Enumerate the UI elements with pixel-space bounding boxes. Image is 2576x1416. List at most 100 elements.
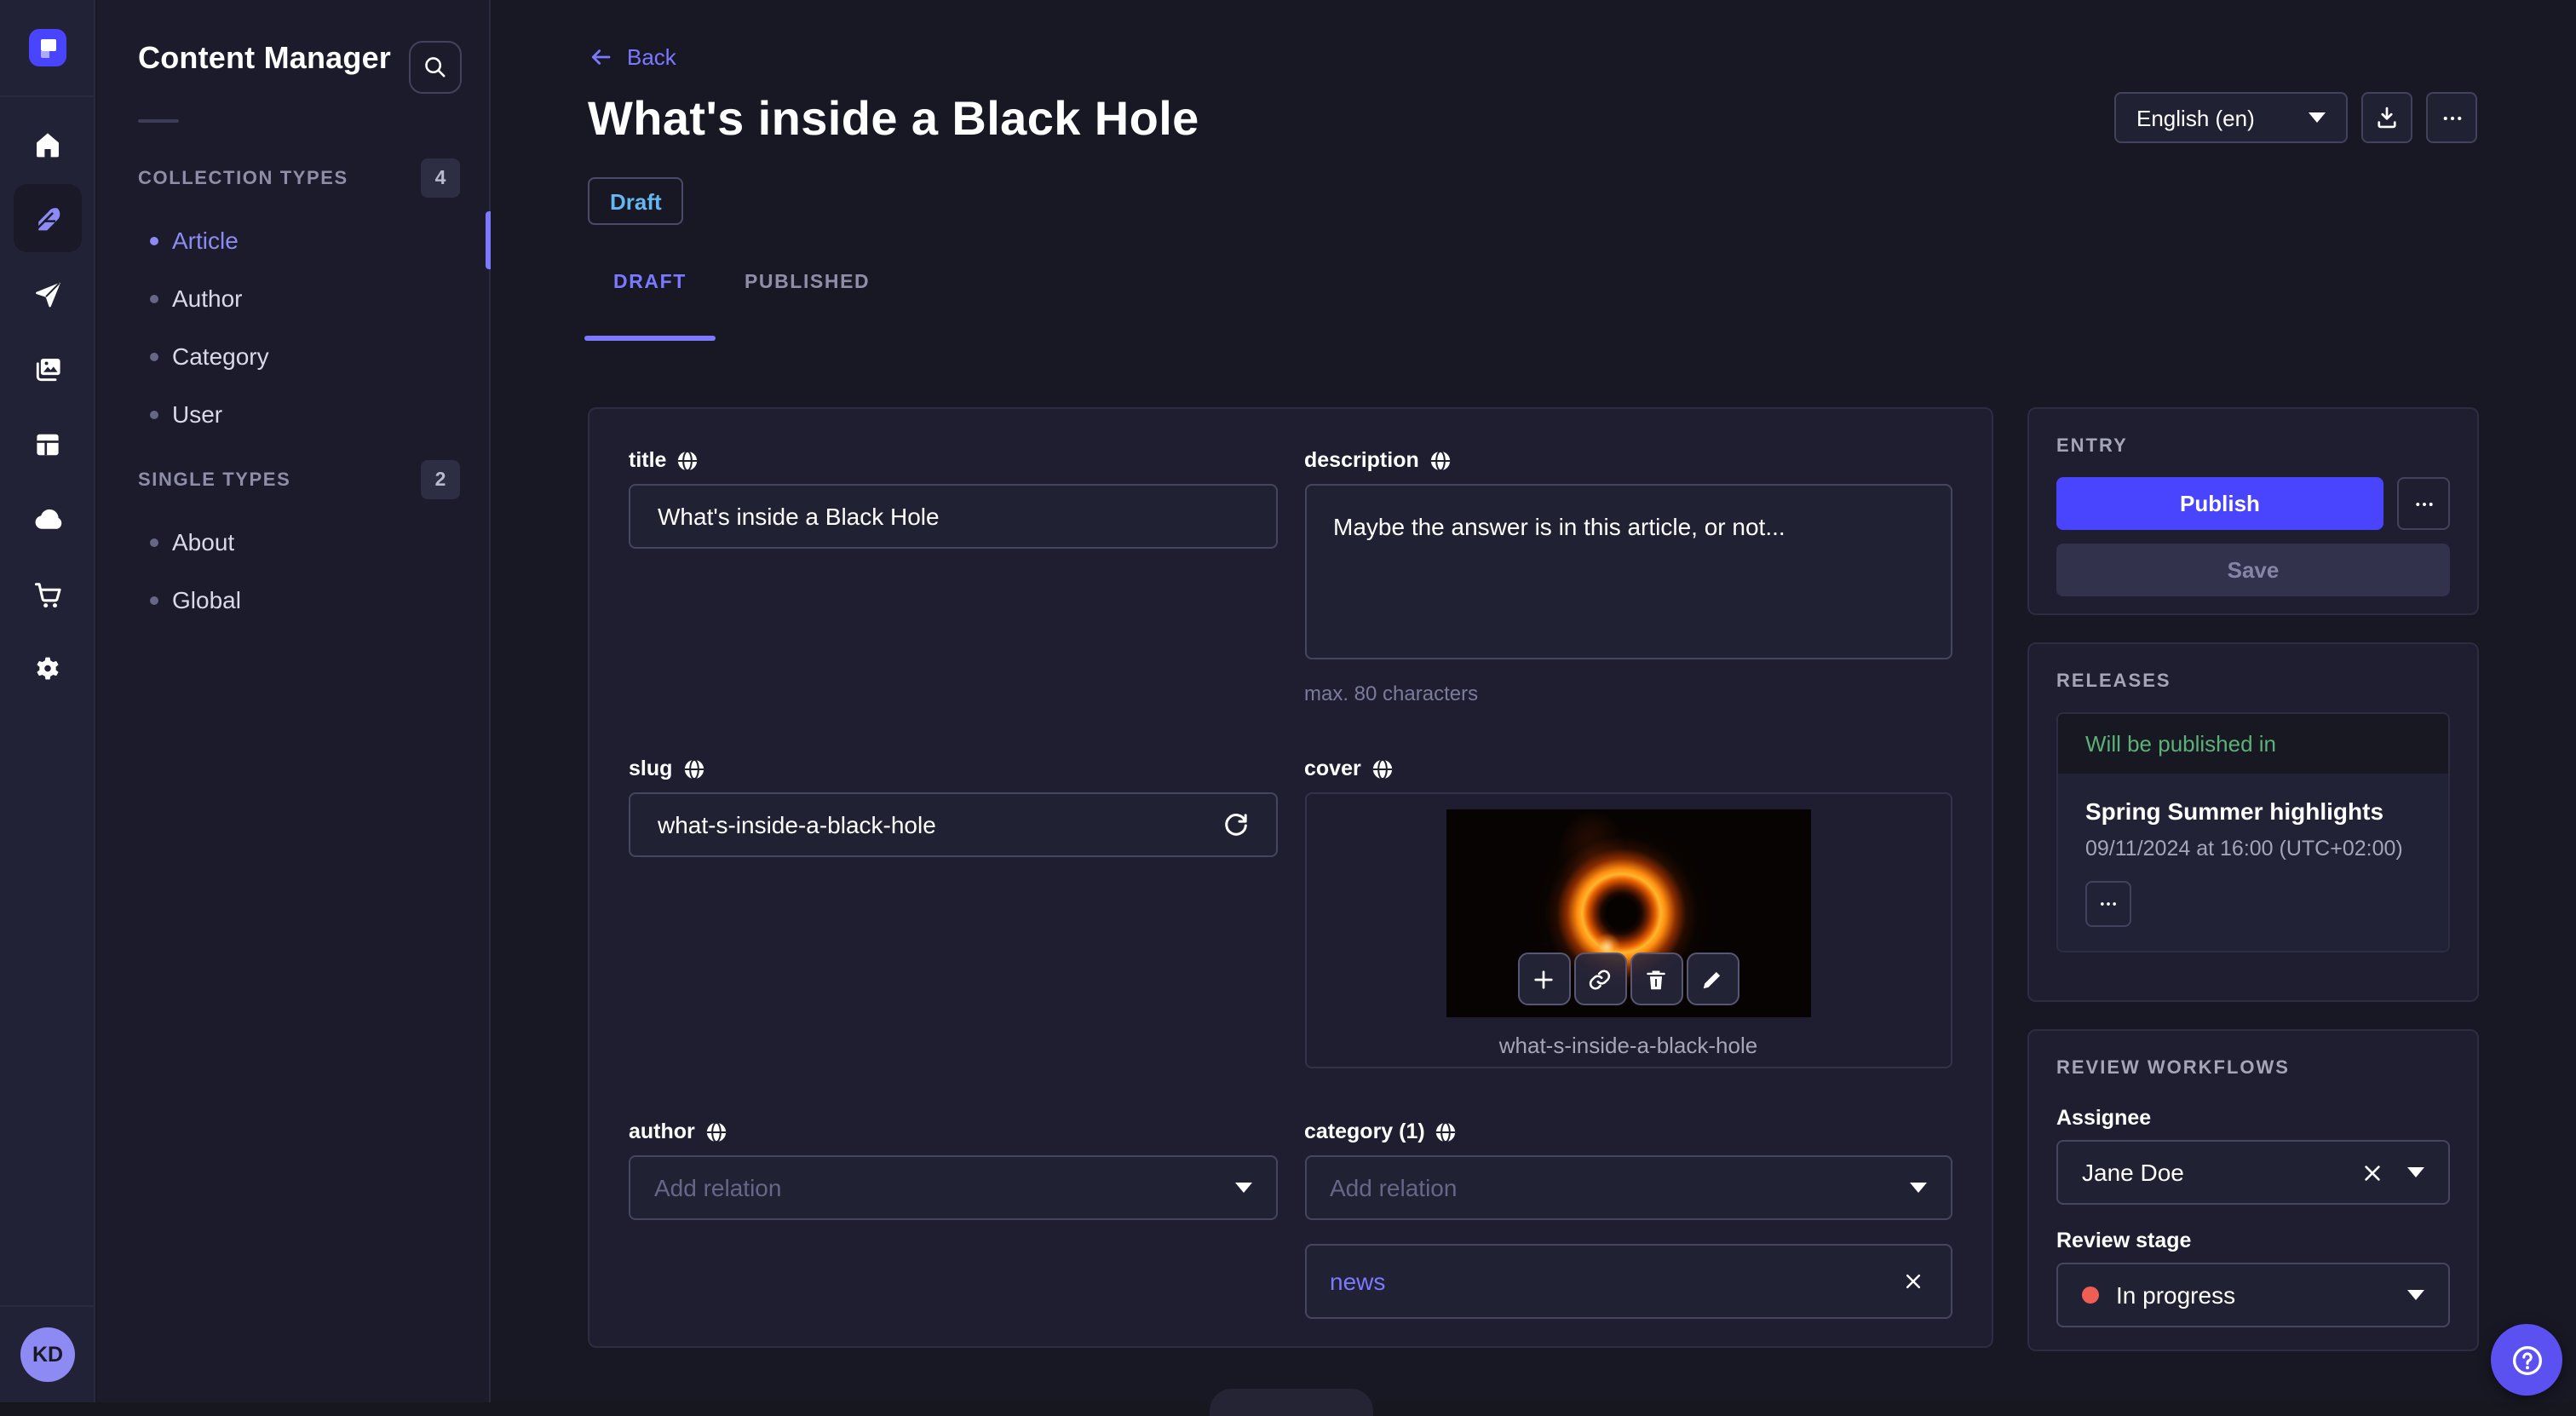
release-title: Spring Summer highlights: [2085, 797, 2384, 825]
strapi-app: KD Content Manager COLLECTION TYPES 4 Ar…: [0, 0, 2576, 1416]
locale-select[interactable]: English (en): [2114, 92, 2348, 143]
single-types-count-badge: 2: [421, 460, 460, 499]
entry-panel: ENTRY Publish Save: [2027, 407, 2479, 615]
help-button[interactable]: [2491, 1324, 2562, 1396]
review-stage-select[interactable]: In progress: [2056, 1263, 2450, 1327]
divider: [0, 95, 95, 97]
search-icon: [425, 57, 446, 78]
category-relation-combobox[interactable]: Add relation: [1304, 1155, 1952, 1220]
add-media-button[interactable]: [1517, 953, 1571, 1005]
cloud-icon: [35, 509, 62, 529]
globe-icon: [684, 757, 704, 780]
globe-icon: [1430, 449, 1450, 471]
nav-deploy-button[interactable]: [14, 261, 82, 329]
description-label: description: [1304, 448, 1952, 472]
nav-content-type-builder-button[interactable]: [14, 411, 82, 479]
collection-types-count-badge: 4: [421, 158, 460, 198]
sidebar-item-author[interactable]: Author: [97, 269, 491, 327]
bottom-panel-peek: [1210, 1389, 1373, 1416]
plus-icon: [1534, 970, 1554, 988]
globe-icon: [678, 449, 698, 471]
header-more-button[interactable]: [2426, 92, 2477, 143]
layout-icon: [37, 434, 59, 456]
nav-purchase-button[interactable]: [14, 561, 82, 629]
gear-icon: [37, 657, 59, 680]
version-tabs: DRAFT PUBLISHED: [584, 273, 899, 341]
sidebar-item-global[interactable]: Global: [97, 571, 491, 629]
sidebar-item-user[interactable]: User: [97, 385, 491, 443]
download-icon: [2378, 106, 2396, 129]
category-label: category (1): [1304, 1120, 1952, 1143]
cover-actions: [1517, 953, 1739, 1005]
release-body: Spring Summer highlights 09/11/2024 at 1…: [2058, 774, 2448, 951]
release-status: Will be published in: [2058, 714, 2448, 774]
regenerate-slug-button[interactable]: [1216, 804, 1256, 845]
nav-media-library-button[interactable]: [14, 336, 82, 404]
chevron-down-icon: [1234, 1183, 1251, 1193]
divider: [138, 119, 179, 123]
sidebar-item-article[interactable]: Article: [97, 211, 491, 269]
cover-media-card: what-s-inside-a-black-hole: [1304, 792, 1952, 1068]
search-button[interactable]: [409, 41, 462, 94]
globe-icon: [706, 1120, 726, 1143]
nav-cloud-button[interactable]: [14, 486, 82, 554]
author-relation-combobox[interactable]: Add relation: [629, 1155, 1277, 1220]
delete-media-button[interactable]: [1630, 953, 1683, 1005]
export-button[interactable]: [2361, 92, 2412, 143]
field-author: author Add relation: [629, 1120, 1277, 1220]
chevron-down-icon: [2407, 1290, 2424, 1300]
collection-types-label: COLLECTION TYPES: [138, 168, 348, 188]
title-input[interactable]: [629, 484, 1277, 549]
tab-draft[interactable]: DRAFT: [584, 273, 716, 341]
author-label: author: [629, 1120, 1277, 1143]
release-more-button[interactable]: [2085, 881, 2131, 927]
review-workflows-panel: REVIEW WORKFLOWS Assignee Jane Doe Revie…: [2027, 1029, 2479, 1351]
bullet-icon: [150, 352, 158, 360]
nav-content-manager-button[interactable]: [14, 184, 82, 252]
subnav-title: Content Manager: [138, 41, 392, 75]
cover-filename: what-s-inside-a-black-hole: [1498, 1033, 1758, 1058]
remove-relation-button[interactable]: [1900, 1268, 1927, 1295]
bullet-icon: [150, 538, 158, 546]
category-relation-item: news: [1304, 1244, 1952, 1319]
single-types-header: SINGLE TYPES 2: [138, 460, 460, 499]
copy-link-button[interactable]: [1573, 953, 1627, 1005]
stage-status-dot: [2082, 1286, 2099, 1304]
slug-input[interactable]: [629, 792, 1277, 857]
releases-panel-label: RELEASES: [2056, 671, 2171, 692]
field-title: title: [629, 448, 1277, 549]
close-icon: [1906, 1274, 1921, 1289]
back-link[interactable]: Back: [588, 44, 676, 70]
description-textarea[interactable]: Maybe the answer is in this article, or …: [1304, 484, 1952, 659]
shopping-cart-icon: [34, 583, 61, 608]
assignee-label: Assignee: [2056, 1106, 2152, 1130]
status-badge: Draft: [588, 177, 684, 225]
feather-icon: [36, 208, 60, 231]
title-label: title: [629, 448, 1277, 472]
publish-button[interactable]: Publish: [2056, 477, 2383, 530]
entry-panel-label: ENTRY: [2056, 436, 2128, 457]
chevron-down-icon: [2407, 1167, 2424, 1177]
nav-settings-button[interactable]: [14, 636, 82, 704]
user-avatar[interactable]: KD: [20, 1327, 75, 1382]
bullet-icon: [150, 294, 158, 302]
user-initials: KD: [32, 1343, 64, 1367]
relation-link-news[interactable]: news: [1330, 1268, 1385, 1295]
main-nav-rail: KD: [0, 0, 95, 1402]
save-button[interactable]: Save: [2056, 544, 2450, 596]
globe-icon: [1436, 1120, 1456, 1143]
entry-more-button[interactable]: [2397, 477, 2450, 530]
home-icon: [37, 133, 59, 158]
strapi-logo[interactable]: [29, 29, 66, 66]
sidebar-item-about[interactable]: About: [97, 513, 491, 571]
sidebar-item-category[interactable]: Category: [97, 327, 491, 385]
tab-published[interactable]: PUBLISHED: [716, 273, 899, 336]
more-icon: [2415, 502, 2432, 505]
more-icon: [2442, 115, 2461, 120]
content-manager-subnav: Content Manager COLLECTION TYPES 4 Artic…: [97, 0, 491, 1402]
assignee-combobox[interactable]: Jane Doe: [2056, 1140, 2450, 1205]
nav-home-button[interactable]: [14, 111, 82, 179]
clear-assignee-button[interactable]: [2358, 1158, 2387, 1187]
field-description: description Maybe the answer is in this …: [1304, 448, 1952, 705]
edit-media-button[interactable]: [1686, 953, 1739, 1005]
